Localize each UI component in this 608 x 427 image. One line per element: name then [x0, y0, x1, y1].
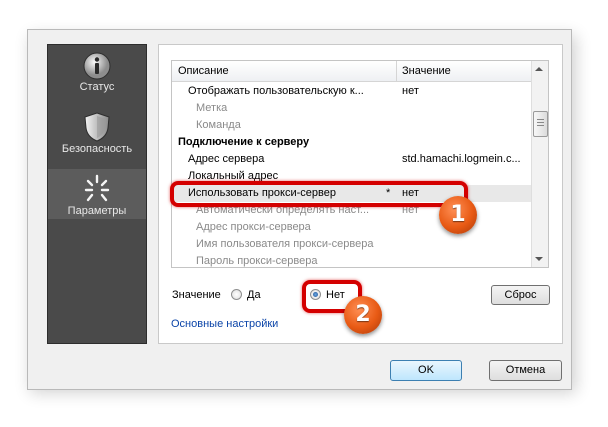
- row-label: Имя пользователя прокси-сервера: [196, 238, 374, 250]
- list-group-header: Подключение к серверу: [172, 134, 531, 151]
- radio-yes[interactable]: [231, 289, 242, 300]
- group-label: Подключение к серверу: [178, 136, 310, 148]
- row-value: std.hamachi.logmein.c...: [402, 153, 521, 165]
- value-label: Значение: [172, 289, 221, 301]
- row-label: Метка: [196, 102, 228, 114]
- column-header-description[interactable]: Описание: [178, 65, 229, 77]
- info-icon: [83, 52, 111, 80]
- list-item[interactable]: Адрес сервера std.hamachi.logmein.c...: [172, 151, 531, 168]
- row-label: Команда: [196, 119, 241, 131]
- step-badge-1: 1: [439, 196, 477, 234]
- settings-sparkle-icon: [84, 174, 110, 202]
- scrollbar-thumb[interactable]: [533, 111, 548, 137]
- reset-button[interactable]: Сброс: [491, 285, 550, 305]
- shield-icon: [84, 112, 110, 142]
- list-item[interactable]: Команда: [172, 117, 531, 134]
- list-item[interactable]: Имя пользователя прокси-сервера: [172, 236, 531, 253]
- settings-list: Описание Значение Отображать пользовател…: [171, 60, 549, 268]
- list-item[interactable]: Адрес прокси-сервера: [172, 219, 531, 236]
- basic-settings-link[interactable]: Основные настройки: [171, 318, 278, 330]
- list-header: Описание Значение: [172, 61, 531, 82]
- row-label: Пароль прокси-сервера: [196, 255, 318, 267]
- highlight-ring-proxy-row: [170, 181, 468, 207]
- row-label: Адрес прокси-сервера: [196, 221, 311, 233]
- sidebar-item-label: Параметры: [67, 205, 127, 217]
- row-label: Отображать пользовательскую к...: [188, 85, 364, 97]
- row-value: нет: [402, 85, 419, 97]
- column-header-value[interactable]: Значение: [402, 65, 451, 77]
- list-item[interactable]: Пароль прокси-сервера: [172, 253, 531, 267]
- sidebar-item-security[interactable]: Безопасность: [48, 111, 146, 165]
- radio-yes-label[interactable]: Да: [247, 289, 261, 301]
- list-item[interactable]: Метка: [172, 100, 531, 117]
- sidebar-item-label: Статус: [79, 81, 115, 93]
- ok-button[interactable]: OK: [390, 360, 462, 381]
- cancel-button[interactable]: Отмена: [489, 360, 562, 381]
- scroll-down-icon[interactable]: [535, 257, 543, 261]
- sidebar: Статус Безопасность Параметры: [47, 44, 147, 344]
- column-separator: [396, 61, 397, 81]
- list-item[interactable]: Отображать пользовательскую к... нет: [172, 83, 531, 100]
- row-label: Адрес сервера: [188, 153, 265, 165]
- list-scrollbar[interactable]: [531, 61, 548, 267]
- sidebar-item-label: Безопасность: [61, 143, 133, 155]
- sidebar-item-status[interactable]: Статус: [48, 51, 146, 105]
- scroll-up-icon[interactable]: [535, 67, 543, 71]
- sidebar-item-settings[interactable]: Параметры: [48, 169, 146, 219]
- step-badge-2: 2: [344, 296, 382, 334]
